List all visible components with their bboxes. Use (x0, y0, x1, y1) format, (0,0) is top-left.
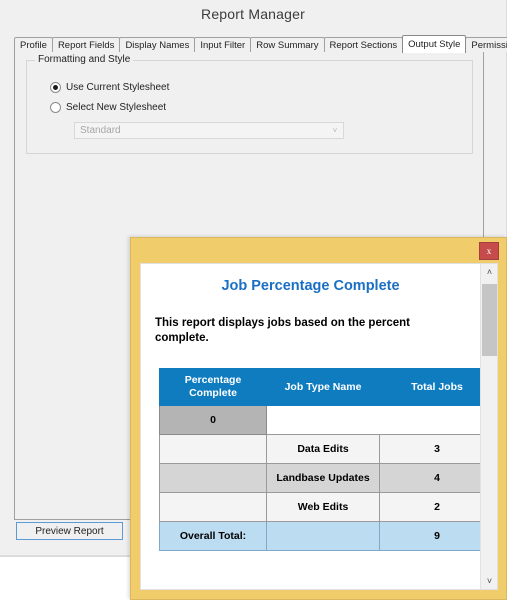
cell-job-type-name: Web Edits (266, 491, 380, 522)
cell-total-jobs: 2 (379, 491, 480, 522)
stylesheet-select[interactable]: Standard ˅ (74, 122, 344, 139)
cell-percentage-complete (159, 433, 267, 464)
vertical-scrollbar[interactable]: ˄ ˅ (480, 264, 497, 589)
tab-report-sections[interactable]: Report Sections (323, 37, 404, 52)
cell-total-jobs: 4 (379, 462, 480, 493)
report-description: This report displays jobs based on the p… (155, 317, 410, 345)
column-header-job-type-name: Job Type Name (266, 368, 380, 406)
stylesheet-select-value: Standard (80, 125, 121, 136)
table-row: Data Edits 3 (159, 433, 480, 464)
screen: Report Manager Profile Report Fields Dis… (0, 0, 507, 600)
report-table: Percentage Complete Job Type Name Total … (159, 368, 480, 551)
cell-job-type-name: Data Edits (266, 433, 380, 464)
preview-report-button[interactable]: Preview Report (16, 522, 123, 540)
scrollbar-thumb[interactable] (482, 284, 497, 356)
tab-permissions[interactable]: Permissions (465, 37, 507, 52)
report-table-body: 0 Data Edits 3 Landbase Updates 4 Web Ed… (159, 404, 480, 551)
cell-percentage-complete (159, 462, 267, 493)
report-preview-dialog: x Job Percentage Complete This report di… (130, 237, 507, 600)
close-icon[interactable]: x (479, 242, 499, 260)
formatting-and-style-group: Formatting and Style Use Current Stylesh… (26, 54, 473, 154)
report-title: Job Percentage Complete (221, 278, 400, 294)
column-header-total-jobs: Total Jobs (379, 368, 480, 406)
tab-output-style[interactable]: Output Style (402, 35, 467, 53)
report-table-head: Percentage Complete Job Type Name Total … (159, 368, 480, 406)
cell-total-jobs: 3 (379, 433, 480, 464)
table-header-row: Percentage Complete Job Type Name Total … (159, 368, 480, 406)
group-label-cell: 0 (159, 404, 267, 435)
cell-overall-total-label: Overall Total: (159, 520, 267, 551)
radio-button-icon[interactable] (50, 102, 61, 113)
scroll-down-icon[interactable]: ˅ (481, 573, 497, 589)
radio-button-icon[interactable] (50, 82, 61, 93)
radio-use-current-stylesheet[interactable]: Use Current Stylesheet (50, 82, 169, 93)
table-row: Landbase Updates 4 (159, 462, 480, 493)
cell-overall-total-jobs: 9 (379, 520, 480, 551)
tab-profile[interactable]: Profile (14, 37, 53, 52)
radio-use-current-label: Use Current Stylesheet (66, 82, 170, 93)
report-content: Job Percentage Complete This report disp… (141, 264, 480, 589)
scroll-up-icon[interactable]: ˄ (481, 264, 497, 280)
tab-row-summary[interactable]: Row Summary (250, 37, 325, 52)
table-total-row: Overall Total: 9 (159, 520, 480, 551)
page-title: Report Manager (201, 6, 305, 22)
tab-display-names[interactable]: Display Names (119, 37, 196, 52)
column-header-percentage-complete: Percentage Complete (159, 368, 267, 406)
table-row: Web Edits 2 (159, 491, 480, 522)
tab-report-fields[interactable]: Report Fields (51, 37, 121, 52)
dialog-close-container[interactable]: x (479, 242, 499, 260)
cell-overall-total-job-type (266, 520, 380, 551)
window-titlebar: Report Manager (0, 0, 506, 28)
group-blank-cell (266, 404, 480, 435)
chevron-down-icon[interactable]: ˅ (327, 126, 343, 135)
dialog-body: Job Percentage Complete This report disp… (140, 263, 498, 590)
cell-percentage-complete (159, 491, 267, 522)
radio-select-new-label: Select New Stylesheet (66, 102, 167, 113)
radio-select-new-stylesheet[interactable]: Select New Stylesheet (50, 102, 166, 113)
tab-input-filter[interactable]: Input Filter (194, 37, 252, 52)
table-row: 0 (159, 404, 480, 435)
tab-strip: Profile Report Fields Display Names Inpu… (14, 35, 507, 53)
group-legend: Formatting and Style (35, 54, 134, 65)
cell-job-type-name: Landbase Updates (266, 462, 380, 493)
